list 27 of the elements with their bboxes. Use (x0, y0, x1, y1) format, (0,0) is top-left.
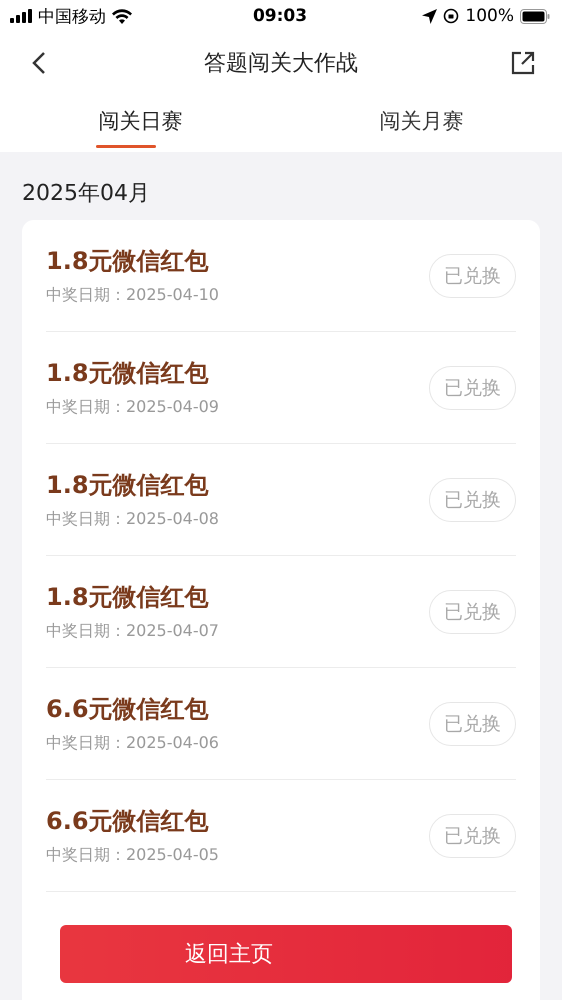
battery-percent: 100% (465, 6, 514, 26)
prize-date: 中奖日期：2025-04-07 (46, 621, 219, 642)
prize-date: 中奖日期：2025-04-10 (46, 285, 219, 306)
page-title: 答题闯关大作战 (204, 50, 358, 78)
clock-time: 09:03 (252, 6, 308, 26)
prize-date: 中奖日期：2025-04-09 (46, 397, 219, 418)
signal-icon (10, 9, 32, 23)
prize-title: 6.6元微信红包 (46, 694, 210, 725)
location-arrow-icon (422, 8, 438, 24)
prize-title: 1.8元微信红包 (46, 246, 210, 277)
month-heading: 2025年04月 (21, 180, 151, 208)
prize-date: 中奖日期：2025-04-08 (46, 509, 219, 530)
home-button[interactable]: 返回主页 (60, 925, 512, 983)
back-icon (32, 51, 46, 75)
prize-title: 6.6元微信红包 (46, 806, 210, 837)
tab[interactable]: 闯关日赛 (0, 94, 281, 152)
prize-date: 中奖日期：2025-04-06 (46, 733, 219, 754)
tab[interactable]: 闯关月赛 (281, 94, 562, 152)
prize-date: 中奖日期：2025-04-05 (46, 845, 219, 866)
carrier-name: 中国移动 (38, 6, 106, 28)
prize-title: 1.8元微信红包 (46, 358, 210, 389)
rotation-lock-icon (443, 8, 460, 24)
wifi-icon (112, 8, 132, 24)
share-icon (510, 50, 536, 76)
prize-title: 1.8元微信红包 (46, 470, 210, 501)
prize-title: 1.8元微信红包 (46, 582, 210, 613)
battery-icon (520, 8, 550, 24)
